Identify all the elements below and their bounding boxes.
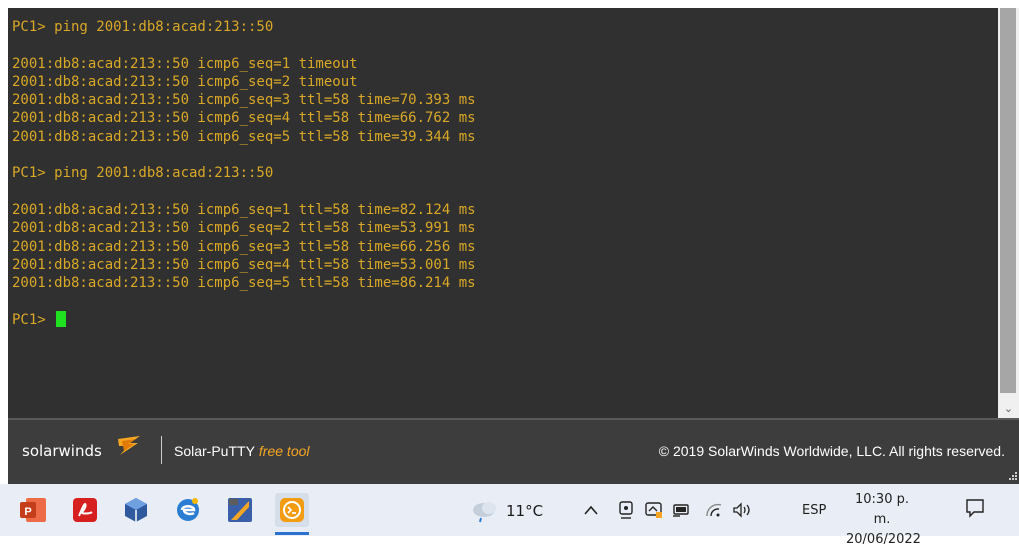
scrollbar-thumb[interactable] [1000,8,1016,393]
notification-center-icon[interactable] [964,497,986,519]
battery-button[interactable] [672,498,692,522]
svg-text:P: P [24,506,31,518]
clock-time: 10:30 p. m. [855,492,909,527]
browser-taskbar-button[interactable] [171,493,205,527]
cloud-rain-icon [473,502,496,523]
chevron-up-icon [584,505,598,515]
resize-grip-icon[interactable] [1009,472,1017,480]
terminal-line: 2001:db8:acad:213::50 icmp6_seq=3 ttl=58… [12,238,476,255]
language-indicator[interactable]: ESP [802,498,826,522]
show-hidden-icons-button[interactable] [584,498,598,522]
temperature-label: 11°C [506,502,544,520]
terminal-line: 2001:db8:acad:213::50 icmp6_seq=3 ttl=58… [12,92,476,109]
solarwinds-flame-icon [118,436,140,455]
onedrive-button[interactable] [644,498,664,522]
powerpoint-icon: P [20,498,46,522]
acrobat-taskbar-button[interactable] [68,493,102,527]
product-label: Solar-PuTTY [174,443,255,459]
acrobat-icon [73,498,97,522]
battery-icon [673,504,689,517]
powerpoint-taskbar-button[interactable]: P [16,493,50,527]
solarputty-taskbar-button[interactable] [223,493,257,527]
terminal-app-icon [280,498,304,522]
terminal-cursor [56,310,67,327]
app-footer: solarwinds Solar-PuTTY free tool © 2019 S… [8,418,1019,484]
browser-icon [177,498,199,521]
solarputty-icon [228,498,252,522]
terminal-line: PC1> ping 2001:db8:acad:213::50 [12,165,274,182]
terminal-line: 2001:db8:acad:213::50 icmp6_seq=1 ttl=58… [12,201,476,218]
windows-taskbar: P 11°C ESP 10:30 p. m. 20/06/2022 [0,484,1019,547]
footer-divider [8,418,1019,420]
wifi-icon [706,503,722,517]
scroll-down-arrow-icon[interactable]: ⌄ [998,400,1019,418]
wifi-button[interactable] [704,498,724,522]
terminal-line: 2001:db8:acad:213::50 icmp6_seq=2 timeou… [12,73,358,90]
system-clock[interactable]: 10:30 p. m. 20/06/2022 [846,490,921,550]
terminal-line: 2001:db8:acad:213::50 icmp6_seq=4 ttl=58… [12,110,476,127]
product-tag: free tool [258,443,310,459]
terminal-line: 2001:db8:acad:213::50 icmp6_seq=4 ttl=58… [12,256,476,273]
meet-now-button[interactable] [618,498,634,522]
terminal-prompt-line: PC1> [12,310,998,329]
terminal-prompt: PC1> [12,311,55,328]
terminal-line: 2001:db8:acad:213::50 icmp6_seq=2 ttl=58… [12,220,476,237]
active-app-taskbar-button[interactable] [275,493,309,527]
footer-separator [161,436,162,464]
terminal-output[interactable]: PC1> ping 2001:db8:acad:213::502001:db8:… [8,8,998,418]
active-app-indicator [275,532,309,535]
copyright-text: © 2019 SolarWinds Worldwide, LLC. All ri… [658,443,1005,459]
virtualbox-icon [125,498,147,522]
volume-button[interactable] [732,498,756,522]
terminal-line: PC1> ping 2001:db8:acad:213::50 [12,19,274,35]
solarwinds-logo-text: solarwinds [22,442,102,460]
onedrive-icon [645,502,662,518]
terminal-line: 2001:db8:acad:213::50 icmp6_seq=1 timeou… [12,55,358,72]
volume-icon [733,502,750,518]
product-name: Solar-PuTTY free tool [174,443,310,459]
meet-now-icon [619,501,633,519]
weather-widget[interactable]: 11°C [470,499,543,523]
terminal-line: 2001:db8:acad:213::50 icmp6_seq=5 ttl=58… [12,128,476,145]
virtualbox-taskbar-button[interactable] [119,493,153,527]
vertical-scrollbar[interactable]: ⌄ [998,8,1019,418]
terminal-text: PC1> ping 2001:db8:acad:213::502001:db8:… [8,8,998,329]
clock-date: 20/06/2022 [846,532,921,547]
terminal-line: 2001:db8:acad:213::50 icmp6_seq=5 ttl=58… [12,275,476,292]
